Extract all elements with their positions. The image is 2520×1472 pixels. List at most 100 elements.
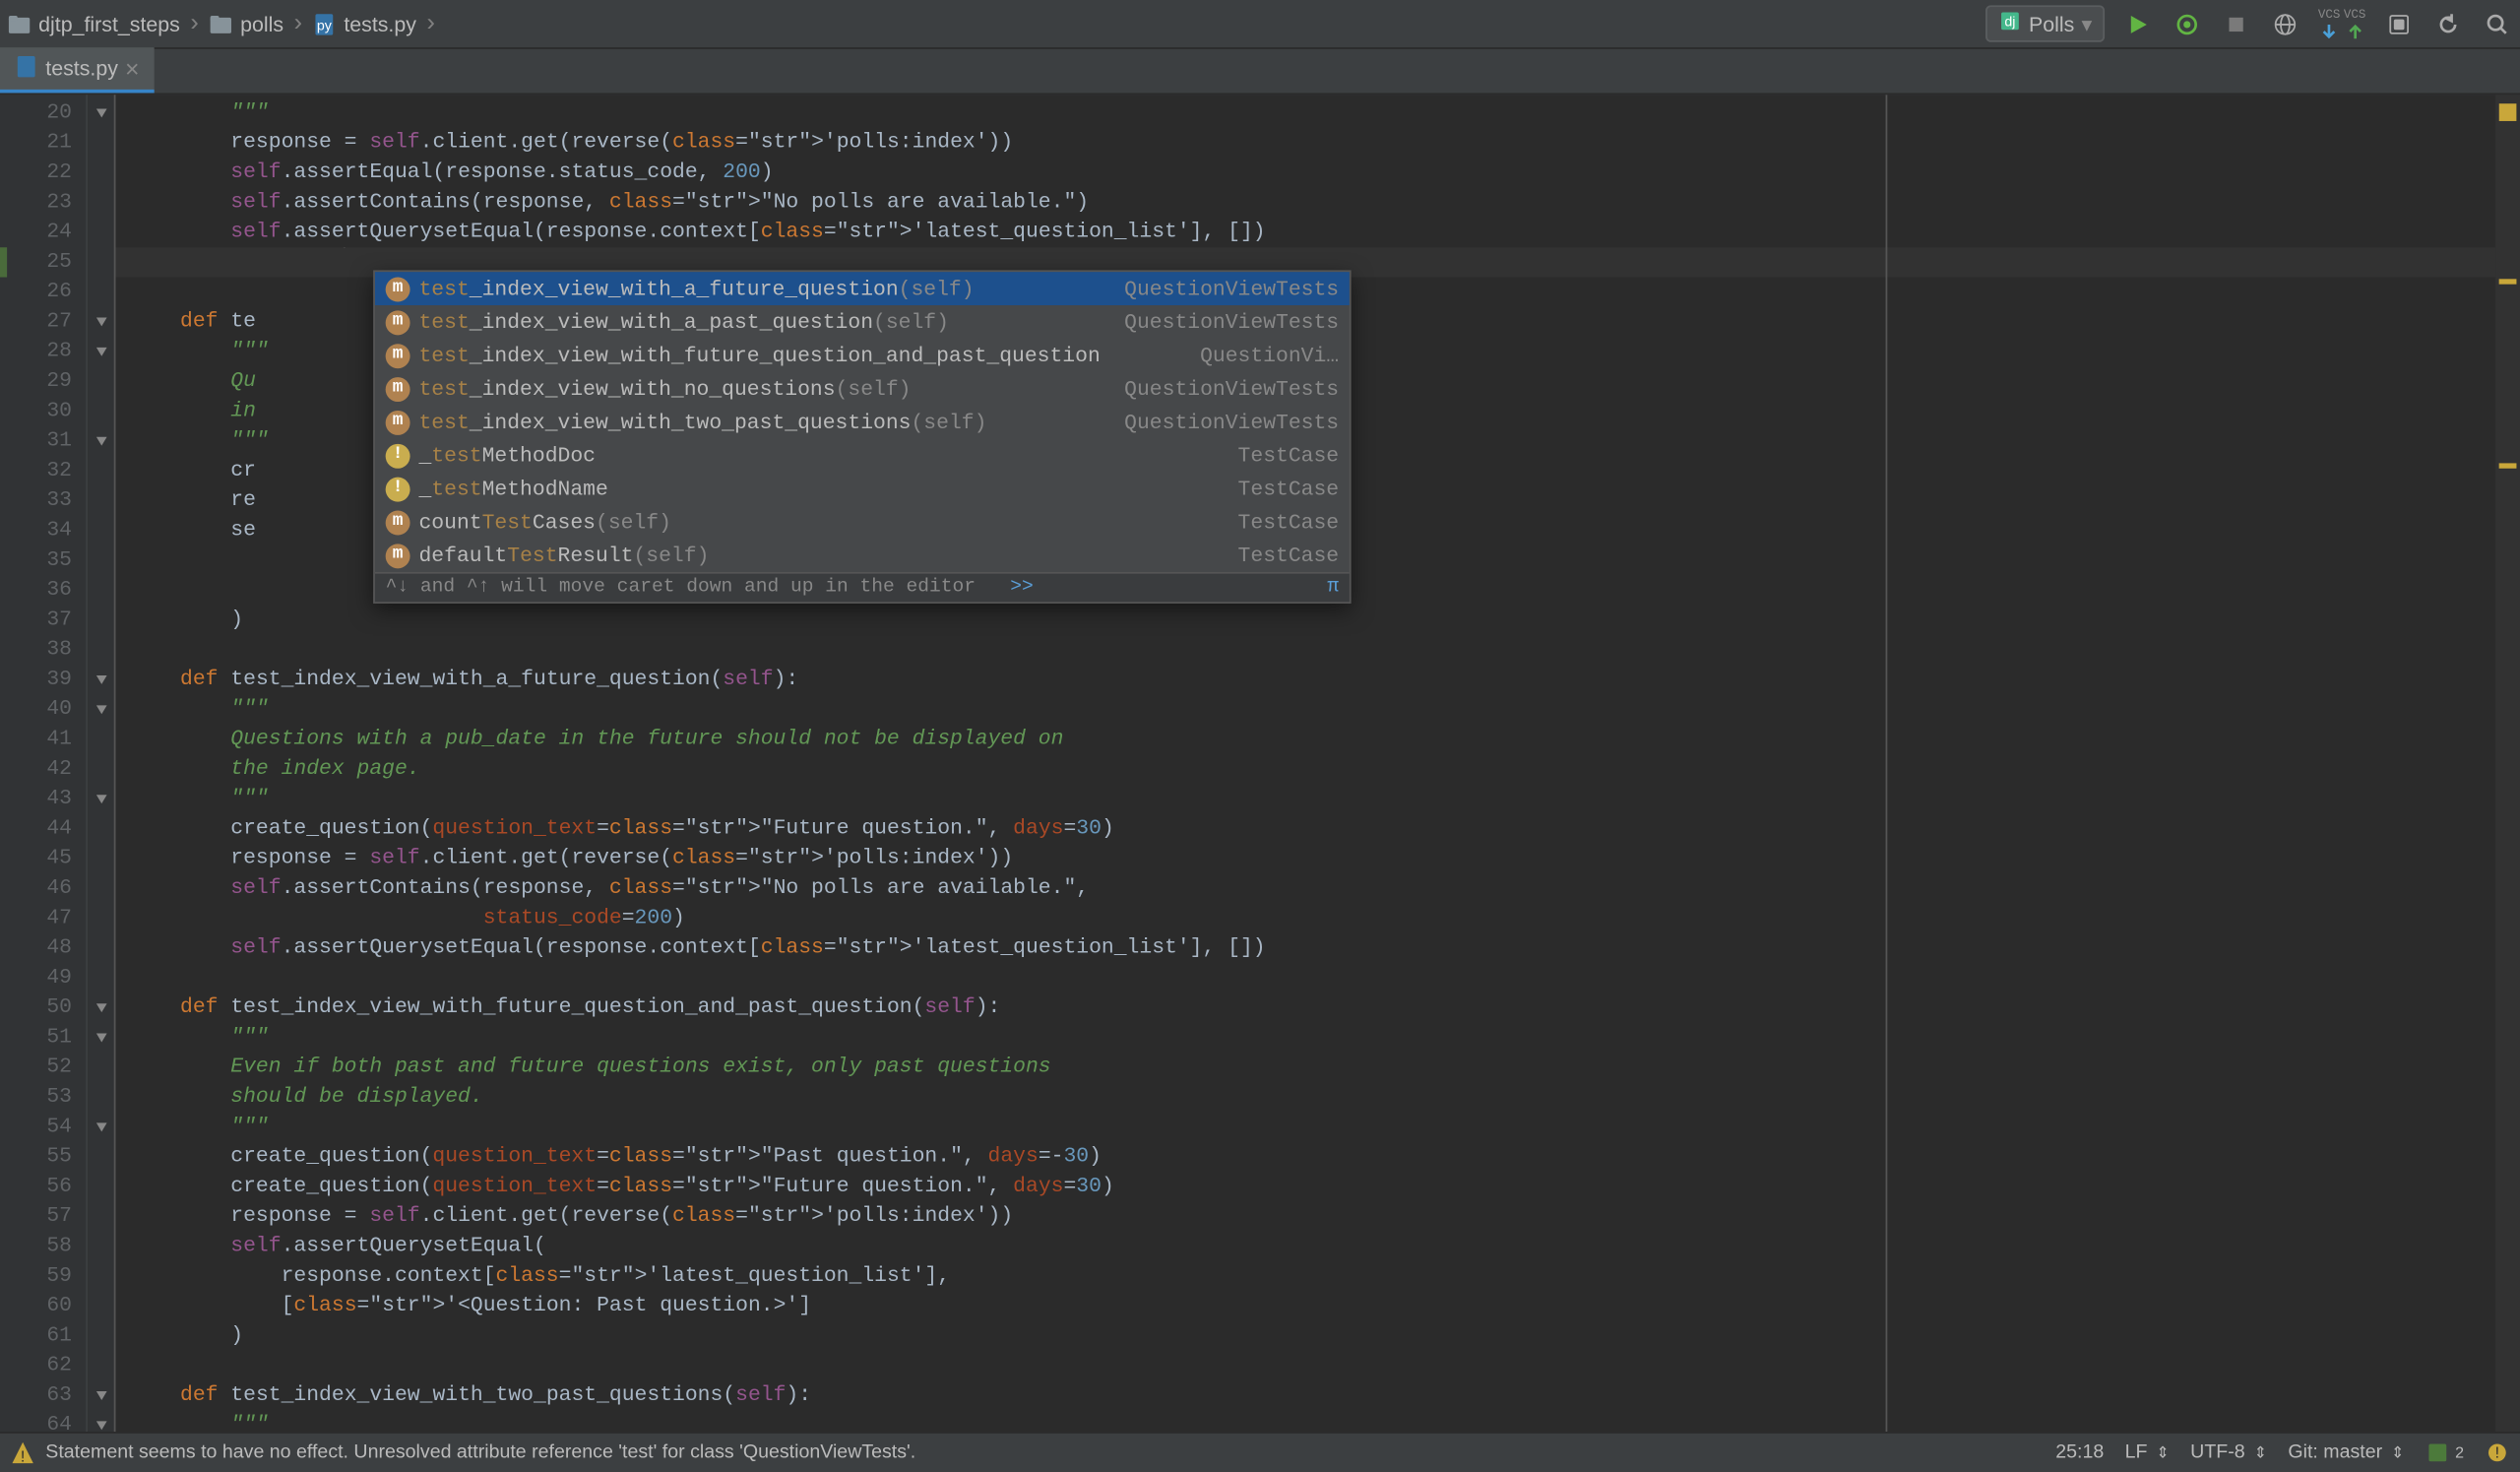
- search-button[interactable]: [2482, 8, 2513, 39]
- line-number[interactable]: 27: [0, 307, 86, 337]
- tab-tests-py[interactable]: tests.py ×: [0, 47, 154, 93]
- fold-marker[interactable]: [88, 1351, 114, 1380]
- fold-marker[interactable]: [88, 606, 114, 635]
- breadcrumb-file[interactable]: py tests.py: [312, 12, 416, 36]
- code-line[interactable]: """: [130, 98, 2520, 128]
- code-line[interactable]: Questions with a pub_date in the future …: [130, 725, 2520, 754]
- line-number[interactable]: 22: [0, 158, 86, 187]
- code-line[interactable]: [130, 635, 2520, 665]
- code-line[interactable]: self.assertQuerysetEqual(response.contex…: [130, 218, 2520, 247]
- fold-marker[interactable]: [88, 1142, 114, 1172]
- fold-marker[interactable]: [88, 158, 114, 187]
- code-line[interactable]: """: [130, 1411, 2520, 1432]
- fold-marker[interactable]: [88, 247, 114, 277]
- vcs-commit-button[interactable]: VCS: [2344, 8, 2365, 39]
- code-line[interactable]: """: [130, 695, 2520, 725]
- line-number[interactable]: 40: [0, 695, 86, 725]
- code-line[interactable]: self.assertQuerysetEqual(response.contex…: [130, 933, 2520, 963]
- completion-more-link[interactable]: >>: [1010, 577, 1034, 598]
- code-line[interactable]: self.assertContains(response, class="str…: [130, 188, 2520, 218]
- fold-marker[interactable]: [88, 337, 114, 366]
- code-line[interactable]: self.assertContains(response, class="str…: [130, 873, 2520, 903]
- line-number[interactable]: 54: [0, 1113, 86, 1142]
- line-number[interactable]: 44: [0, 814, 86, 844]
- line-number[interactable]: 53: [0, 1082, 86, 1112]
- code-line[interactable]: status_code=200): [130, 904, 2520, 933]
- fold-marker[interactable]: [88, 366, 114, 396]
- fold-marker[interactable]: [88, 128, 114, 158]
- line-number[interactable]: 48: [0, 933, 86, 963]
- show-history-button[interactable]: [2383, 8, 2415, 39]
- completion-item[interactable]: !_testMethodDocTestCase: [375, 438, 1350, 472]
- line-number[interactable]: 32: [0, 456, 86, 485]
- line-number[interactable]: 52: [0, 1053, 86, 1082]
- code-line[interactable]: def test_index_view_with_two_past_questi…: [130, 1380, 2520, 1410]
- code-editor[interactable]: """ response = self.client.get(reverse(c…: [115, 95, 2520, 1432]
- fold-marker[interactable]: [88, 993, 114, 1023]
- completion-item[interactable]: mdefaultTestResult(self)TestCase: [375, 539, 1350, 572]
- fold-marker[interactable]: [88, 218, 114, 247]
- line-number[interactable]: 36: [0, 575, 86, 605]
- line-number[interactable]: 20: [0, 98, 86, 128]
- code-line[interactable]: create_question(question_text=class="str…: [130, 1142, 2520, 1172]
- fold-marker[interactable]: [88, 754, 114, 784]
- completion-item[interactable]: mtest_index_view_with_a_past_question(se…: [375, 305, 1350, 339]
- fold-marker[interactable]: [88, 98, 114, 128]
- completion-item[interactable]: mtest_index_view_with_future_question_an…: [375, 339, 1350, 372]
- fold-marker[interactable]: [88, 1261, 114, 1291]
- fold-gutter[interactable]: [88, 95, 115, 1432]
- line-number[interactable]: 47: [0, 904, 86, 933]
- fold-marker[interactable]: [88, 1202, 114, 1232]
- line-number[interactable]: 28: [0, 337, 86, 366]
- line-number[interactable]: 57: [0, 1202, 86, 1232]
- line-number[interactable]: 41: [0, 725, 86, 754]
- fold-marker[interactable]: [88, 1321, 114, 1351]
- fold-marker[interactable]: [88, 1053, 114, 1082]
- line-number[interactable]: 49: [0, 963, 86, 992]
- vcs-changes-indicator[interactable]: 2: [2426, 1440, 2464, 1465]
- encoding-selector[interactable]: UTF-8⇕: [2190, 1442, 2267, 1463]
- line-number[interactable]: 39: [0, 665, 86, 694]
- fold-marker[interactable]: [88, 725, 114, 754]
- fold-marker[interactable]: [88, 456, 114, 485]
- fold-marker[interactable]: [88, 1082, 114, 1112]
- code-line[interactable]: response = self.client.get(reverse(class…: [130, 844, 2520, 873]
- line-number[interactable]: 26: [0, 278, 86, 307]
- code-line[interactable]: create_question(question_text=class="str…: [130, 814, 2520, 844]
- fold-marker[interactable]: [88, 635, 114, 665]
- line-number[interactable]: 50: [0, 993, 86, 1023]
- line-number[interactable]: 33: [0, 486, 86, 516]
- code-line[interactable]: response = self.client.get(reverse(class…: [130, 128, 2520, 158]
- code-line[interactable]: """: [130, 1023, 2520, 1053]
- line-number[interactable]: 63: [0, 1380, 86, 1410]
- warning-mark[interactable]: [2499, 279, 2517, 284]
- completion-item[interactable]: !_testMethodNameTestCase: [375, 472, 1350, 505]
- line-number[interactable]: 62: [0, 1351, 86, 1380]
- line-number[interactable]: 42: [0, 754, 86, 784]
- fold-marker[interactable]: [88, 1411, 114, 1440]
- line-number[interactable]: 60: [0, 1291, 86, 1320]
- vcs-update-button[interactable]: VCS: [2318, 8, 2340, 39]
- fold-marker[interactable]: [88, 933, 114, 963]
- code-line[interactable]: self.assertQuerysetEqual(: [130, 1232, 2520, 1261]
- code-line[interactable]: self.assertEqual(response.status_code, 2…: [130, 158, 2520, 187]
- code-line[interactable]: [130, 963, 2520, 992]
- completion-item[interactable]: mtest_index_view_with_no_questions(self)…: [375, 372, 1350, 406]
- line-number[interactable]: 35: [0, 545, 86, 575]
- warning-mark[interactable]: [2499, 463, 2517, 468]
- completion-item[interactable]: mtest_index_view_with_two_past_questions…: [375, 406, 1350, 439]
- fold-marker[interactable]: [88, 785, 114, 814]
- line-number[interactable]: 24: [0, 218, 86, 247]
- completion-item[interactable]: mcountTestCases(self)TestCase: [375, 505, 1350, 539]
- code-line[interactable]: response = self.client.get(reverse(class…: [130, 1202, 2520, 1232]
- breadcrumb-project[interactable]: djtp_first_steps: [7, 12, 180, 36]
- breadcrumb-folder[interactable]: polls: [209, 12, 284, 36]
- code-line[interactable]: Even if both past and future questions e…: [130, 1053, 2520, 1082]
- fold-marker[interactable]: [88, 963, 114, 992]
- code-line[interactable]: should be displayed.: [130, 1082, 2520, 1112]
- fold-marker[interactable]: [88, 873, 114, 903]
- code-line[interactable]: the index page.: [130, 754, 2520, 784]
- line-number[interactable]: 59: [0, 1261, 86, 1291]
- line-number[interactable]: 23: [0, 188, 86, 218]
- code-line[interactable]: """: [130, 785, 2520, 814]
